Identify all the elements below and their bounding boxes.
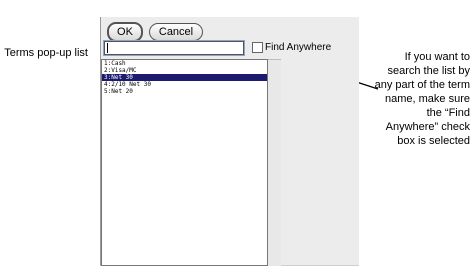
list-item[interactable]: 4:2/10 Net 30 bbox=[102, 81, 267, 88]
list-scrollbar[interactable] bbox=[268, 59, 281, 266]
ok-button[interactable]: OK bbox=[107, 22, 143, 42]
text-caret bbox=[107, 43, 108, 53]
cancel-button[interactable]: Cancel bbox=[149, 23, 203, 41]
find-anywhere-label: Find Anywhere bbox=[265, 42, 332, 53]
list-item-selected[interactable]: 3:Net 30 bbox=[102, 74, 267, 81]
list-item[interactable]: 1:Cash bbox=[102, 60, 267, 67]
search-input[interactable] bbox=[104, 41, 244, 55]
list-item[interactable]: 2:Visa/MC bbox=[102, 67, 267, 74]
find-anywhere-option[interactable]: Find Anywhere bbox=[252, 42, 331, 53]
terms-popup-caption: Terms pop-up list bbox=[4, 47, 88, 59]
find-anywhere-checkbox[interactable] bbox=[252, 42, 263, 53]
find-anywhere-caption: If you want to search the list by any pa… bbox=[374, 51, 470, 147]
terms-dialog: OK Cancel Find Anywhere 1:Cash 2:Visa/MC… bbox=[100, 17, 359, 266]
terms-list[interactable]: 1:Cash 2:Visa/MC 3:Net 30 4:2/10 Net 30 … bbox=[101, 59, 268, 266]
list-item[interactable]: 5:Net 20 bbox=[102, 88, 267, 95]
